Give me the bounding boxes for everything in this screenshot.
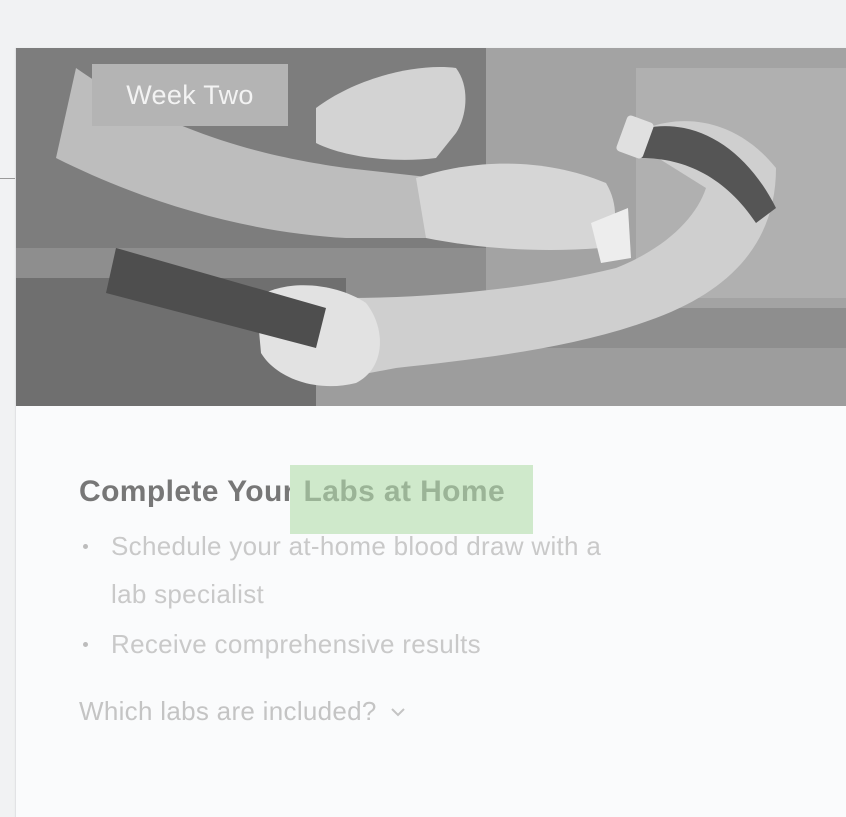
bullet-icon (83, 544, 88, 549)
title-prefix: Complete Your (79, 475, 304, 508)
divider (0, 178, 16, 179)
toggle-label: Which labs are included? (79, 696, 377, 726)
page: Week Two Complete Your Labs at Home Sche… (0, 0, 846, 817)
list-item-line: lab specialist (111, 579, 265, 609)
card-title: Complete Your Labs at Home (79, 465, 779, 534)
list-item: Schedule your at-home blood draw with a … (79, 522, 779, 618)
list-item: Receive comprehensive results (79, 620, 779, 668)
feature-list: Schedule your at-home blood draw with a … (79, 522, 779, 668)
hero-image: Week Two (16, 48, 846, 406)
week-card: Week Two Complete Your Labs at Home Sche… (15, 48, 846, 817)
card-content: Complete Your Labs at Home Schedule your… (79, 465, 779, 727)
list-item-line: Schedule your at-home blood draw with a (111, 531, 602, 561)
week-badge: Week Two (92, 64, 288, 126)
list-item-line: Receive comprehensive results (111, 629, 481, 659)
labs-included-toggle[interactable]: Which labs are included? (79, 696, 407, 727)
chevron-down-icon (390, 707, 405, 716)
bullet-icon (83, 642, 88, 647)
